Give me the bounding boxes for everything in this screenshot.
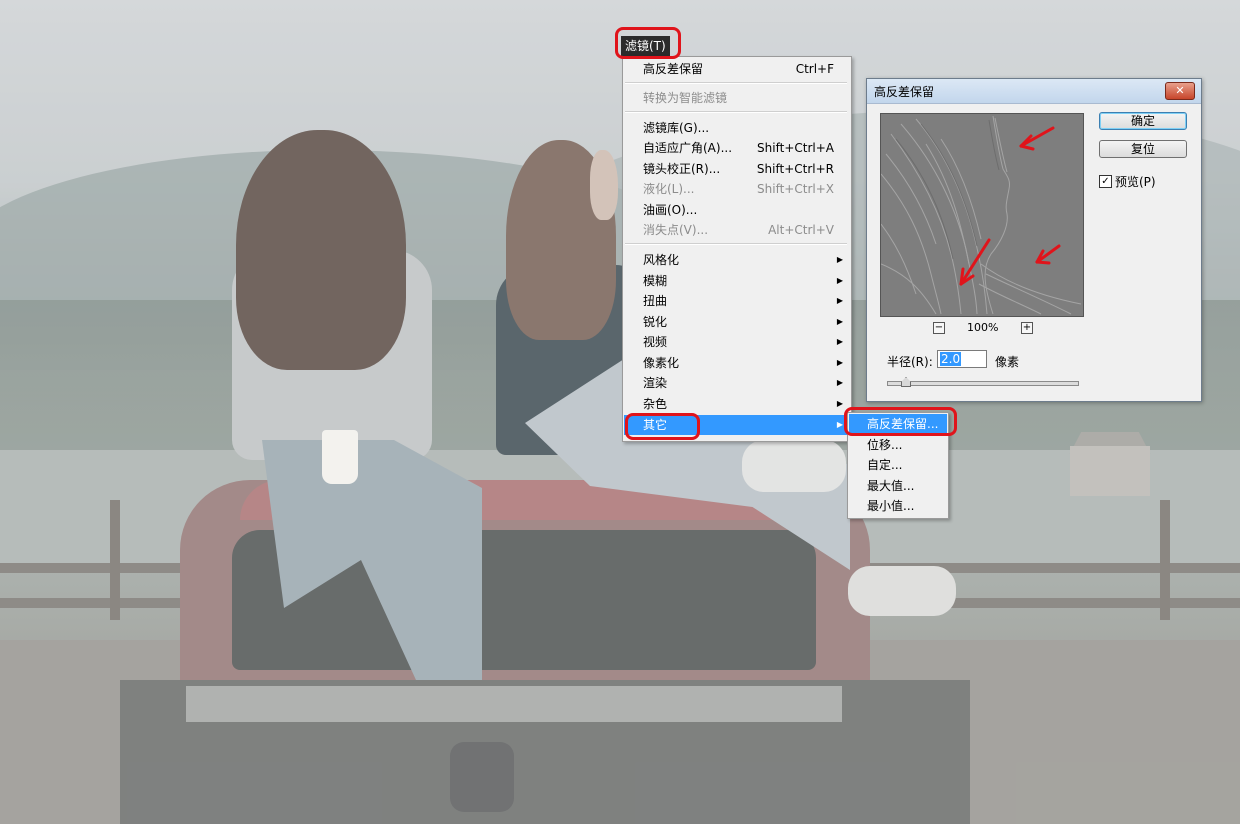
submenu-item-custom[interactable]: 自定... [849, 455, 947, 475]
menu-item-label: 高反差保留 [643, 62, 704, 76]
checkmark-icon: ✓ [1101, 176, 1110, 187]
filter-preview[interactable] [880, 113, 1084, 317]
reset-button[interactable]: 复位 [1099, 140, 1187, 158]
menu-item-convert-smart-filter[interactable]: 转换为智能滤镜 [624, 88, 850, 108]
menu-item-label: 模糊 [643, 274, 668, 288]
submenu-arrow-icon: ▶ [836, 255, 843, 264]
dialog-titlebar[interactable]: 高反差保留 ✕ [867, 79, 1201, 104]
menu-item-distort[interactable]: 扭曲 ▶ [624, 291, 850, 311]
preview-checkbox[interactable]: ✓ [1099, 175, 1112, 188]
radius-label: 半径(R): [887, 355, 933, 369]
menu-item-label: 消失点(V)... [643, 223, 709, 237]
radius-value: 2.0 [940, 352, 962, 366]
menu-item-last-filter[interactable]: 高反差保留 Ctrl+F [624, 59, 850, 79]
menu-item-label: 锐化 [643, 315, 668, 329]
submenu-item-label: 最大值... [867, 479, 915, 493]
menu-item-shortcut: Alt+Ctrl+V [768, 223, 834, 237]
menu-item-shortcut: Shift+Ctrl+X [757, 182, 834, 196]
submenu-arrow-icon: ▶ [836, 276, 843, 285]
annotation-ring-filter-menu [615, 27, 681, 59]
menu-item-oil-paint[interactable]: 油画(O)... [624, 200, 850, 220]
radius-slider-thumb[interactable] [901, 377, 911, 387]
submenu-item-offset[interactable]: 位移... [849, 435, 947, 455]
zoom-out-icon: − [934, 322, 944, 333]
annotation-ring-other-item [625, 413, 700, 440]
high-pass-dialog: 高反差保留 ✕ − 100% + 半径(R): 2.0 像素 确定 复位 ✓ 预… [866, 78, 1202, 402]
submenu-item-maximum[interactable]: 最大值... [849, 476, 947, 496]
menu-separator [625, 82, 847, 84]
zoom-in-button[interactable]: + [1021, 322, 1033, 334]
menu-item-label: 风格化 [643, 253, 680, 267]
menu-item-shortcut: Shift+Ctrl+R [756, 162, 834, 176]
menu-item-label: 视频 [643, 335, 668, 349]
submenu-arrow-icon: ▶ [836, 378, 843, 387]
menu-item-adaptive-wide-angle[interactable]: 自适应广角(A)... Shift+Ctrl+A [624, 138, 850, 158]
submenu-arrow-icon: ▶ [836, 296, 843, 305]
radius-unit: 像素 [995, 355, 1020, 369]
menu-item-sharpen[interactable]: 锐化 ▶ [624, 312, 850, 332]
menu-item-label: 液化(L)... [643, 182, 695, 196]
menu-item-noise[interactable]: 杂色 ▶ [624, 394, 850, 414]
submenu-arrow-icon: ▶ [836, 317, 843, 326]
menu-item-label: 转换为智能滤镜 [643, 91, 728, 105]
menu-item-shortcut: Shift+Ctrl+A [757, 141, 834, 155]
menu-separator [625, 111, 847, 113]
menu-item-label: 扭曲 [643, 294, 668, 308]
preview-image [881, 115, 1082, 315]
submenu-item-label: 位移... [867, 438, 903, 452]
menu-item-stylize[interactable]: 风格化 ▶ [624, 250, 850, 270]
menu-item-shortcut: Ctrl+F [795, 62, 834, 76]
submenu-item-label: 最小值... [867, 499, 915, 513]
close-button[interactable]: ✕ [1165, 82, 1195, 100]
menu-item-vanishing-point[interactable]: 消失点(V)... Alt+Ctrl+V [624, 220, 850, 240]
menu-item-pixelate[interactable]: 像素化 ▶ [624, 353, 850, 373]
filter-menu: 高反差保留 Ctrl+F 转换为智能滤镜 滤镜库(G)... 自适应广角(A).… [622, 56, 852, 442]
zoom-out-button[interactable]: − [933, 322, 945, 334]
submenu-arrow-icon: ▶ [836, 358, 843, 367]
dialog-title: 高反差保留 [874, 85, 935, 99]
menu-item-blur[interactable]: 模糊 ▶ [624, 271, 850, 291]
submenu-arrow-icon: ▶ [836, 399, 843, 408]
zoom-level: 100% [967, 321, 999, 334]
zoom-in-icon: + [1022, 322, 1032, 333]
ok-button[interactable]: 确定 [1099, 112, 1187, 130]
radius-slider[interactable] [887, 381, 1079, 386]
menu-item-lens-correction[interactable]: 镜头校正(R)... Shift+Ctrl+R [624, 159, 850, 179]
menu-item-label: 像素化 [643, 356, 680, 370]
menu-separator [625, 243, 847, 245]
menu-item-label: 滤镜库(G)... [643, 121, 710, 135]
menu-item-label: 镜头校正(R)... [643, 162, 721, 176]
submenu-arrow-icon: ▶ [836, 337, 843, 346]
menu-item-filter-gallery[interactable]: 滤镜库(G)... [624, 118, 850, 138]
menu-item-label: 油画(O)... [643, 203, 698, 217]
radius-input[interactable]: 2.0 [937, 350, 987, 368]
preview-label[interactable]: 预览(P) [1115, 173, 1156, 190]
menu-item-label: 杂色 [643, 397, 668, 411]
submenu-item-label: 自定... [867, 458, 903, 472]
menu-item-label: 渲染 [643, 376, 668, 390]
menu-item-video[interactable]: 视频 ▶ [624, 332, 850, 352]
menu-item-label: 自适应广角(A)... [643, 141, 733, 155]
submenu-item-minimum[interactable]: 最小值... [849, 496, 947, 516]
menu-item-render[interactable]: 渲染 ▶ [624, 373, 850, 393]
annotation-ring-high-pass-item [844, 407, 957, 436]
submenu-arrow-icon: ▶ [836, 420, 843, 429]
close-icon: ✕ [1175, 84, 1185, 97]
menu-item-liquify[interactable]: 液化(L)... Shift+Ctrl+X [624, 179, 850, 199]
